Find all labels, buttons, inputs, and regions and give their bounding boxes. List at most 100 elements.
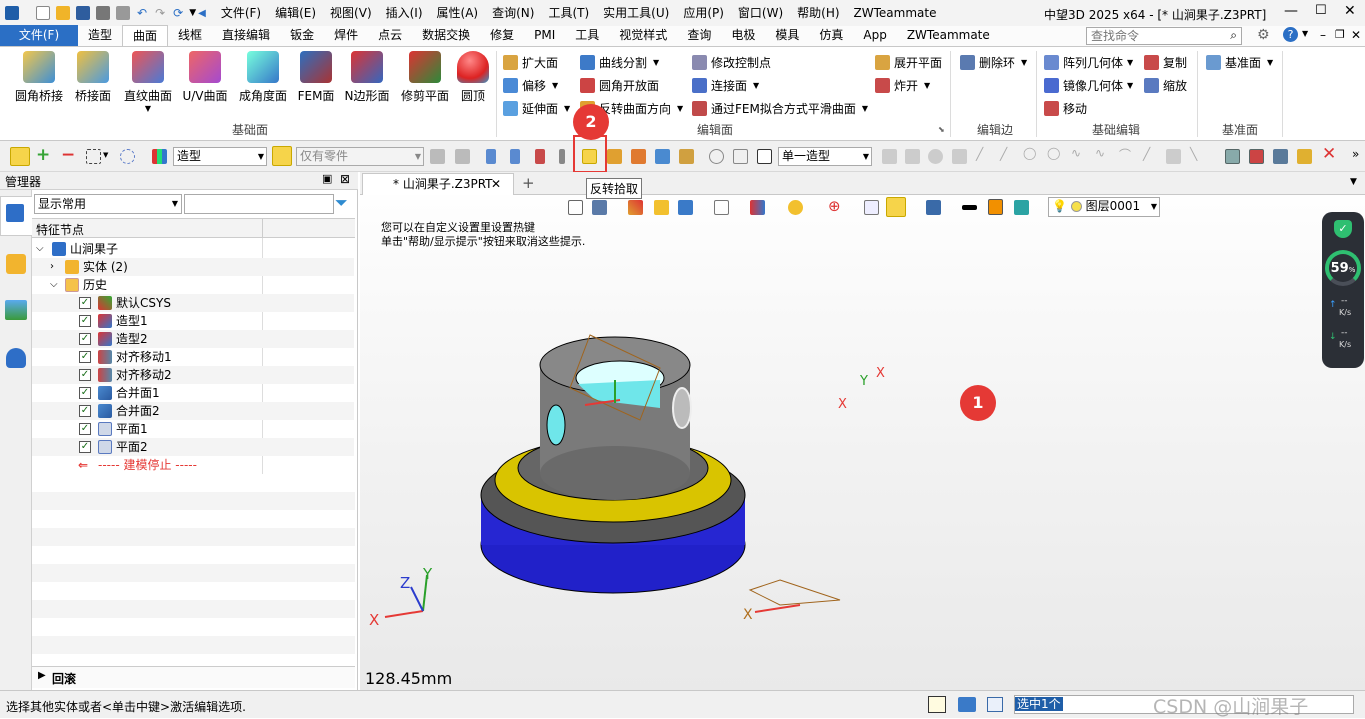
stop-icon[interactable] (757, 149, 772, 164)
tab-wireframe[interactable]: 线框 (168, 25, 212, 46)
copy-button[interactable]: 复制 (1144, 52, 1187, 72)
collapse-history-icon[interactable]: ⌵ (50, 276, 58, 294)
offset-button[interactable]: 偏移 ▼ (503, 75, 558, 95)
visibility-checkbox[interactable]: ✓ (79, 423, 91, 435)
rollback-expand-icon[interactable]: ▶ (38, 670, 46, 681)
connect-face-dropdown-icon[interactable]: ▼ (753, 81, 759, 90)
undo-icon[interactable]: ↶ (137, 6, 147, 20)
toolbar-icon-f[interactable] (733, 149, 748, 164)
display-combo[interactable]: 显示常用 ▼ (34, 194, 182, 214)
snap-1-icon[interactable] (882, 149, 897, 164)
extend-face-dropdown-icon[interactable]: ▼ (564, 104, 570, 113)
view-icon-3[interactable] (1273, 149, 1288, 164)
spline-tool-icon[interactable]: ∿ (1071, 146, 1081, 160)
minimize-button[interactable]: — (1284, 3, 1298, 19)
ribbon-close-icon[interactable]: ✕ (1351, 28, 1361, 42)
document-tab-close-icon[interactable]: ✕ (491, 174, 501, 194)
tab-repair[interactable]: 修复 (480, 25, 524, 46)
command-search-box[interactable]: ⌕ (1086, 27, 1242, 45)
tab-pmi[interactable]: PMI (524, 25, 565, 46)
tab-mold[interactable]: 模具 (765, 25, 809, 46)
wireframe-box-icon[interactable] (714, 200, 729, 215)
performance-widget[interactable]: ✓ 59% ↑ -- K/s ↓ -- K/s (1322, 212, 1364, 368)
tab-data-exchange[interactable]: 数据交换 (412, 25, 480, 46)
explode-button[interactable]: 炸开 ▼ (875, 75, 930, 95)
fillet-bridge-button[interactable]: 圆角桥接 (12, 51, 66, 104)
unfold-plane-button[interactable]: 展开平面 (875, 52, 942, 72)
expand-solid-icon[interactable]: › (50, 258, 54, 276)
view-icon-2[interactable] (1249, 149, 1264, 164)
arc-tool-icon[interactable]: ⌒ (1119, 146, 1131, 163)
part-view-icon[interactable] (6, 254, 26, 274)
print-preview-icon[interactable] (116, 6, 130, 20)
view-icon-1[interactable] (1225, 149, 1240, 164)
visibility-checkbox[interactable]: ✓ (79, 315, 91, 327)
ruled-surface-button[interactable]: 直纹曲面 ▼ (121, 51, 175, 113)
tab-modeling[interactable]: 造型 (78, 25, 122, 46)
add-plus-icon[interactable]: + (36, 145, 50, 165)
enlarge-face-button[interactable]: 扩大面 (503, 52, 558, 72)
pick-mode-2-icon[interactable] (510, 149, 520, 164)
layer-combo[interactable]: 💡 图层0001 ▼ (1048, 197, 1160, 217)
fem-smooth-surface-dropdown-icon[interactable]: ▼ (862, 104, 868, 113)
modify-control-points-button[interactable]: 修改控制点 (692, 52, 771, 72)
trim-plane-button[interactable]: 修剪平面 (398, 51, 452, 104)
ruled-surface-dropdown-icon[interactable]: ▼ (145, 104, 151, 113)
manager-filter-input[interactable] (184, 194, 334, 214)
menu-tools[interactable]: 工具(T) (541, 0, 596, 26)
ribbon-minimize-icon[interactable]: – (1320, 28, 1326, 42)
shaded-box-icon[interactable] (654, 200, 669, 215)
scale-button[interactable]: 缩放 (1144, 75, 1187, 95)
tab-tools[interactable]: 工具 (565, 25, 609, 46)
pattern-geometry-button[interactable]: 阵列几何体 ▼ (1044, 52, 1133, 72)
snap-4-icon[interactable] (952, 149, 967, 164)
offset-dropdown-icon[interactable]: ▼ (552, 81, 558, 90)
line-tool-4-icon[interactable]: ╲ (1190, 147, 1197, 161)
model-3d[interactable] (360, 300, 1060, 630)
visibility-checkbox[interactable]: ✓ (79, 387, 91, 399)
extend-face-button[interactable]: 延伸面 ▼ (503, 98, 570, 118)
document-tab[interactable]: * 山涧果子.Z3PRT ✕ (362, 173, 514, 195)
tree-item-shape-2[interactable]: ✓ 造型2 (32, 330, 354, 348)
new-file-icon[interactable] (36, 6, 50, 20)
layer-manager-icon[interactable] (1014, 200, 1029, 215)
list-icon[interactable] (987, 697, 1003, 712)
circle-tool-2-icon[interactable]: ◯ (1047, 146, 1060, 160)
pen-icon[interactable] (628, 200, 643, 215)
section-view-icon[interactable] (750, 200, 765, 215)
pick-filter-a-icon[interactable] (430, 149, 445, 164)
visibility-checkbox[interactable]: ✓ (79, 351, 91, 363)
reverse-surface-direction-dropdown-icon[interactable]: ▼ (677, 104, 683, 113)
render-mode-icon[interactable] (678, 200, 693, 215)
image-icon[interactable] (5, 300, 27, 320)
view-orient-icon[interactable] (592, 200, 607, 215)
dome-button[interactable]: 圆顶 (457, 51, 489, 104)
menu-insert[interactable]: 插入(I) (379, 0, 430, 26)
filter-icon[interactable] (152, 149, 167, 164)
pick-mode-3-icon[interactable] (535, 149, 545, 164)
quick-access-dropdown-icon[interactable]: ▼ (189, 8, 196, 18)
menu-file[interactable]: 文件(F) (214, 0, 268, 26)
tab-weldment[interactable]: 焊件 (324, 25, 368, 46)
box-select-dropdown-icon[interactable]: ▼ (103, 151, 108, 159)
mirror-geometry-button[interactable]: 镜像几何体 ▼ (1044, 75, 1133, 95)
print-icon[interactable] (96, 6, 110, 20)
cancel-icon[interactable]: ✕ (1322, 144, 1336, 164)
part-filter-icon[interactable] (272, 146, 292, 166)
refresh-icon[interactable]: ⟳ (173, 6, 183, 20)
visibility-checkbox[interactable]: ✓ (79, 333, 91, 345)
settings-gear-icon[interactable]: ⚙ (1257, 27, 1270, 43)
visibility-checkbox[interactable]: ✓ (79, 441, 91, 453)
menu-help[interactable]: 帮助(H) (790, 0, 846, 26)
tab-list-dropdown-icon[interactable]: ▼ (1350, 177, 1357, 187)
snap-3-icon[interactable] (928, 149, 943, 164)
tab-simulation[interactable]: 仿真 (809, 25, 853, 46)
ribbon-restore-icon[interactable]: ❐ (1335, 28, 1345, 41)
mirror-geometry-dropdown-icon[interactable]: ▼ (1127, 81, 1133, 90)
tree-item-default-csys[interactable]: ✓ 默认CSYS (32, 294, 354, 312)
display-settings-icon[interactable] (926, 200, 941, 215)
new-tab-icon[interactable]: + (522, 174, 535, 192)
maximize-button[interactable]: ☐ (1315, 3, 1327, 18)
tab-visual-style[interactable]: 视觉样式 (609, 25, 677, 46)
delete-loop-button[interactable]: 删除环 ▼ (960, 52, 1027, 72)
